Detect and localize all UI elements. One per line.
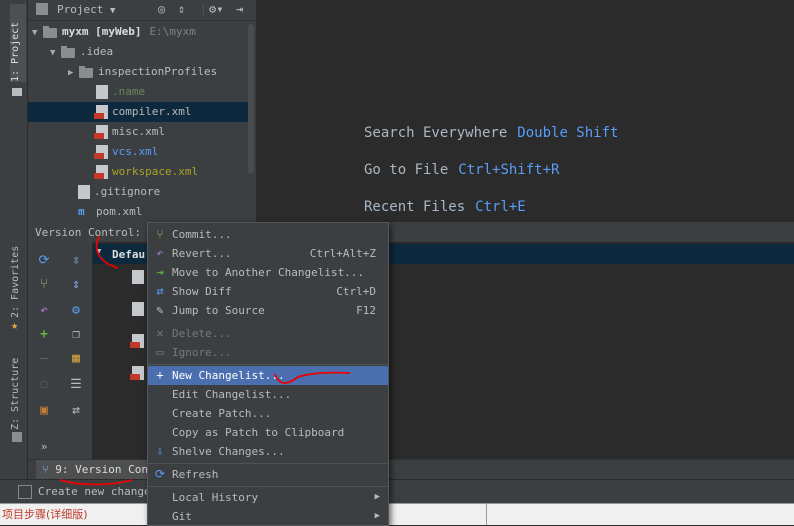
red-annotations [59, 235, 351, 486]
annotation-underline [59, 479, 133, 486]
annotation-underline [274, 371, 351, 384]
annotation-mark [95, 235, 119, 269]
